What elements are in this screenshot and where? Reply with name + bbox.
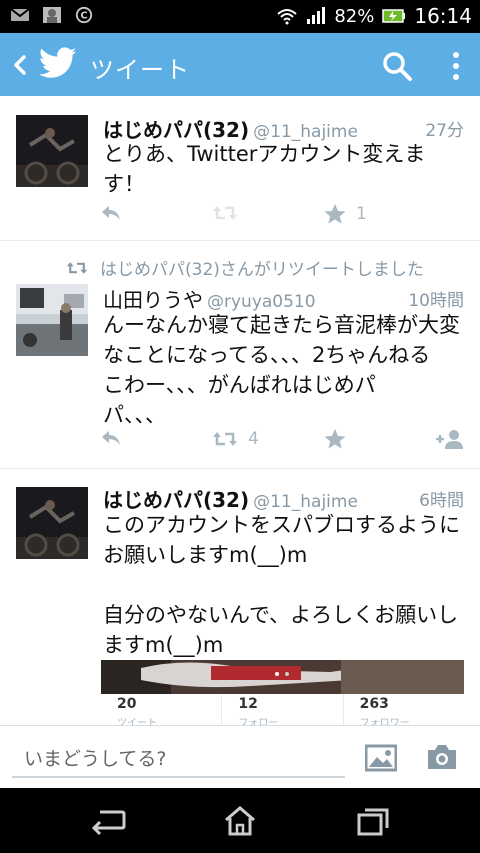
compose-input[interactable] [12, 742, 345, 778]
overflow-menu-icon[interactable] [446, 49, 466, 83]
retweet-icon [213, 432, 237, 446]
tweet-timestamp: 27分 [425, 121, 464, 141]
retweet-icon [66, 261, 88, 274]
tweet-timestamp: 6時間 [419, 491, 464, 511]
tweet-text: このアカウントをスパブロするように お願いしますm(__)m 自分のやないんで、… [103, 513, 460, 657]
wifi-icon [277, 9, 298, 25]
avatar[interactable] [16, 487, 88, 559]
compose-bar [0, 725, 480, 788]
timeline[interactable]: はじめパパ(32) @11_hajime 27分 とりあ、Twitterアカウント… [0, 96, 480, 725]
display-name[interactable]: 山田りうや [103, 288, 203, 312]
gmail-icon [10, 8, 30, 21]
stat-tweets[interactable]: 20 ツイート [101, 694, 223, 725]
home-icon[interactable] [222, 806, 258, 836]
search-icon[interactable] [381, 50, 413, 82]
tweet-item[interactable]: はじめパパ(32)さんがリツイートしました 山田りうや @ryuya0510 10… [0, 241, 480, 469]
stat-following[interactable]: 12 フォロー [222, 694, 344, 725]
user-handle[interactable]: @11_hajime [253, 492, 358, 512]
tweet-text: とりあ、Twitterアカウント変えま す！ [103, 142, 426, 196]
star-icon [324, 429, 346, 449]
tweet-text: んーなんか寝て起きたら音泥棒が大変 なことになってる、、、2ちゃんねる こわー、… [103, 313, 460, 427]
clock: 16:14 [414, 4, 472, 28]
follow-button[interactable] [434, 429, 464, 449]
action-bar: ツイート [0, 33, 480, 96]
tweet-header: 山田りうや @ryuya0510 [103, 284, 316, 313]
tweet-header: はじめパパ(32) @11_hajime [103, 484, 358, 513]
tweet-item[interactable]: はじめパパ(32) @11_hajime 27分 とりあ、Twitterアカウント… [0, 96, 480, 241]
android-navigation-bar [0, 788, 480, 853]
photo-notification-icon [43, 7, 61, 23]
reply-button[interactable] [100, 204, 122, 222]
favorite-count: 1 [356, 204, 367, 224]
retweet-icon [213, 206, 237, 220]
profile-stats: 20 ツイート 12 フォロー 263 フォロワー [101, 694, 464, 725]
favorite-button[interactable] [324, 429, 346, 449]
user-handle[interactable]: @ryuya0510 [207, 292, 316, 312]
follow-user-icon [436, 430, 463, 449]
retweet-note: はじめパパ(32)さんがリツイートしました [66, 255, 424, 280]
stat-followers[interactable]: 263 フォロワー [344, 694, 464, 725]
star-icon [324, 204, 346, 224]
recent-apps-icon[interactable] [355, 806, 391, 836]
retweet-note-text: はじめパパ(32)さんがリツイートしました [100, 260, 424, 280]
back-icon[interactable] [90, 806, 126, 836]
display-name[interactable]: はじめパパ(32) [103, 488, 249, 512]
battery-percent: 82% [334, 5, 375, 27]
tweet-actions: 4 [100, 429, 470, 453]
c-app-icon: C [75, 6, 93, 24]
camera-icon[interactable] [426, 743, 458, 771]
tweet-timestamp: 10時間 [408, 291, 464, 311]
reply-button[interactable] [100, 429, 122, 447]
svg-text:C: C [80, 11, 87, 22]
retweet-count: 4 [248, 429, 259, 449]
status-bar: C 82% 16:14 [0, 0, 480, 33]
avatar[interactable] [16, 284, 88, 356]
photo-icon[interactable] [365, 744, 397, 772]
favorite-button[interactable]: 1 [324, 204, 367, 224]
reply-icon [102, 431, 120, 445]
reply-icon [102, 206, 120, 220]
twitter-bird-icon[interactable] [38, 47, 78, 81]
retweet-button[interactable]: 4 [212, 429, 259, 449]
back-chevron-icon[interactable] [6, 47, 34, 83]
avatar[interactable] [16, 115, 88, 187]
battery-icon [382, 9, 406, 23]
tweet-media-image[interactable] [101, 660, 464, 694]
page-title: ツイート [90, 56, 190, 84]
tweet-actions: 1 [100, 204, 470, 228]
retweet-button[interactable] [212, 204, 238, 222]
signal-icon [307, 7, 326, 24]
